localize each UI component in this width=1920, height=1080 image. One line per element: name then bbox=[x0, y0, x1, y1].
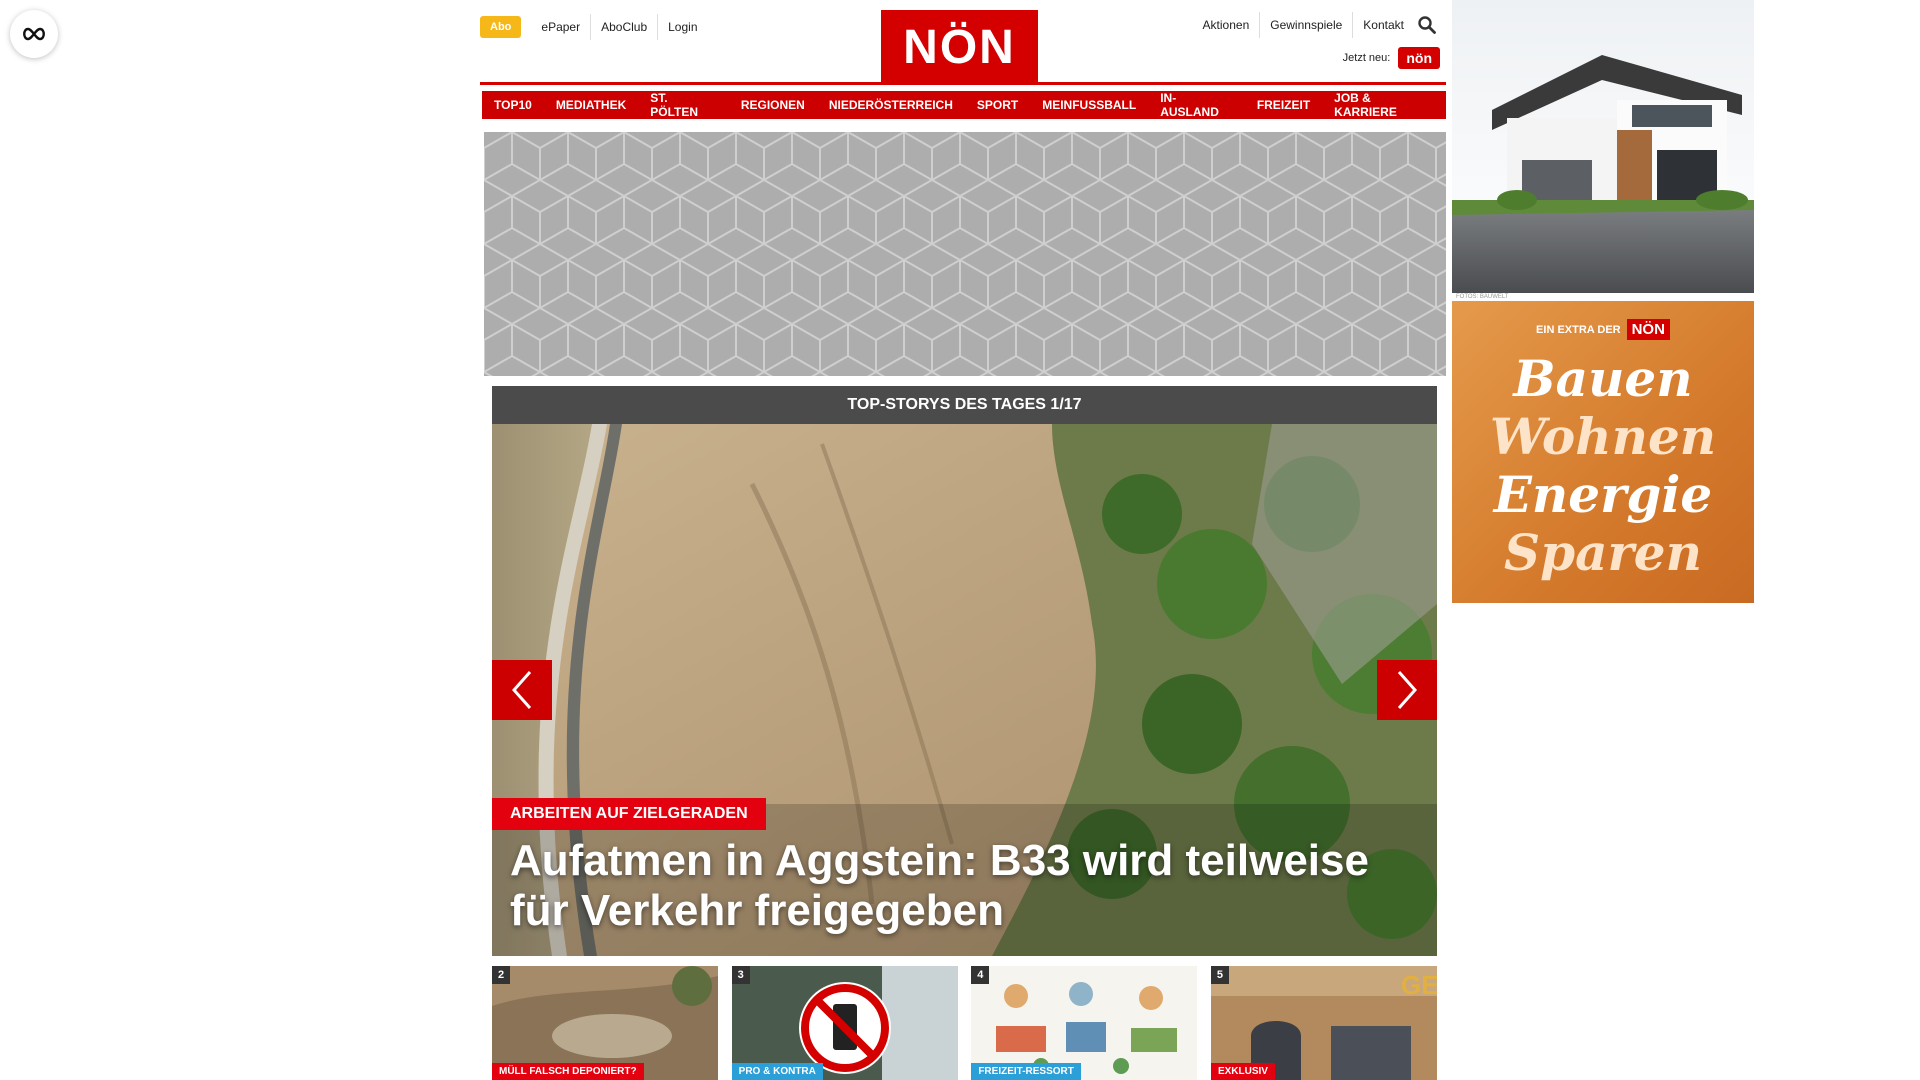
nav-mediathek[interactable]: MEDIATHEK bbox=[543, 91, 639, 119]
story-headline[interactable]: Aufatmen in Aggstein: B33 wird teilweise… bbox=[510, 836, 1410, 936]
ad-placeholder-banner[interactable] bbox=[484, 132, 1446, 376]
story-thumb-4[interactable]: 4 FREIZEIT-RESSORT bbox=[971, 966, 1198, 1080]
ad-word-wohnen: Wohnen bbox=[1489, 407, 1717, 466]
thumb-label: EXKLUSIV bbox=[1210, 1063, 1275, 1080]
login-link[interactable]: Login bbox=[657, 14, 707, 40]
nav-in-ausland[interactable]: IN-AUSLAND bbox=[1148, 91, 1245, 119]
nav-job-karriere[interactable]: JOB & KARRIERE bbox=[1322, 91, 1446, 119]
story-thumbnails: 2 MÜLL FALSCH DEPONIERT? 3 PRO & KONTRA … bbox=[492, 966, 1437, 1080]
thumb-number: 4 bbox=[971, 966, 990, 984]
top-right-nav: Aktionen Gewinnspiele Kontakt bbox=[1193, 12, 1440, 38]
chevron-right-icon bbox=[1397, 671, 1418, 709]
ad-word-bauen: Bauen bbox=[1513, 349, 1693, 408]
chevron-left-icon bbox=[511, 671, 532, 709]
thumb-label: FREIZEIT-RESSORT bbox=[971, 1063, 1081, 1080]
search-button[interactable] bbox=[1414, 12, 1440, 38]
story-thumb-3[interactable]: 3 PRO & KONTRA bbox=[731, 966, 958, 1080]
jetzt-neu-label: Jetzt neu: bbox=[1342, 52, 1391, 64]
main-navigation: TOP10 MEDIATHEK ST. PÖLTEN REGIONEN NIED… bbox=[482, 91, 1446, 119]
site-logo[interactable]: NÖN bbox=[881, 10, 1038, 84]
gewinnspiele-link[interactable]: Gewinnspiele bbox=[1260, 12, 1354, 38]
bauen-wohnen-advertisement[interactable]: EIN EXTRA DER NÖN Bauen Wohnen Energie S… bbox=[1452, 301, 1754, 603]
search-icon bbox=[1418, 16, 1436, 34]
nav-top10[interactable]: TOP10 bbox=[482, 91, 544, 119]
nav-sport[interactable]: SPORT bbox=[964, 91, 1031, 119]
thumb-number: 3 bbox=[731, 966, 750, 984]
house-photo bbox=[1452, 0, 1754, 293]
story-kicker[interactable]: ARBEITEN AUF ZIELGERADEN bbox=[492, 798, 766, 830]
carousel-title: TOP-STORYS DES TAGES 1/17 bbox=[492, 386, 1437, 424]
kontakt-link[interactable]: Kontakt bbox=[1353, 12, 1414, 38]
thumb-number: 2 bbox=[492, 966, 510, 984]
thumb-label: MÜLL FALSCH DEPONIERT? bbox=[492, 1063, 644, 1080]
carousel-prev-button[interactable] bbox=[492, 660, 552, 720]
infinity-icon bbox=[23, 27, 45, 41]
story-thumb-2[interactable]: 2 MÜLL FALSCH DEPONIERT? bbox=[492, 966, 718, 1080]
top-stories-carousel: TOP-STORYS DES TAGES 1/17 ARBEITEN AUF Z… bbox=[492, 386, 1437, 956]
aboclub-link[interactable]: AboClub bbox=[590, 14, 657, 40]
nav-regionen[interactable]: REGIONEN bbox=[728, 91, 817, 119]
nav-freizeit[interactable]: FREIZEIT bbox=[1244, 91, 1323, 119]
thumb-number: 5 bbox=[1210, 966, 1229, 984]
svg-text:GE: GE bbox=[1401, 970, 1437, 1000]
story-thumb-5[interactable]: GE 5 EXKLUSIV bbox=[1210, 966, 1437, 1080]
epaper-link[interactable]: ePaper bbox=[531, 14, 590, 40]
carousel-next-button[interactable] bbox=[1377, 660, 1437, 720]
hexagon-pattern bbox=[484, 132, 1446, 376]
nav-meinfussball[interactable]: MEINFUSSBALL bbox=[1030, 91, 1149, 119]
ad-photo-caption: FOTOS: BAUWELT bbox=[1456, 294, 1509, 300]
jetzt-neu-badge[interactable]: nön bbox=[1398, 47, 1440, 69]
thumb-label: PRO & KONTRA bbox=[731, 1063, 823, 1080]
accessibility-toggle-button[interactable] bbox=[10, 10, 58, 58]
top-left-nav: Abo ePaper AboClub Login bbox=[480, 14, 708, 40]
extra-label: EIN EXTRA DER bbox=[1536, 323, 1621, 336]
jetzt-neu-promo: Jetzt neu: nön bbox=[1343, 47, 1440, 69]
ad-word-sparen: Sparen bbox=[1504, 523, 1702, 582]
extra-header: EIN EXTRA DER NÖN bbox=[1452, 319, 1754, 340]
abo-button[interactable]: Abo bbox=[480, 16, 522, 38]
header-divider bbox=[480, 82, 1446, 85]
aktionen-link[interactable]: Aktionen bbox=[1193, 12, 1261, 38]
ad-word-energie: Energie bbox=[1493, 465, 1713, 524]
nav-st-poelten[interactable]: ST. PÖLTEN bbox=[638, 91, 729, 119]
house-advertisement[interactable] bbox=[1452, 0, 1754, 293]
site-header: Abo ePaper AboClub Login NÖN Aktionen Ge… bbox=[480, 0, 1440, 84]
extra-brand-logo: NÖN bbox=[1626, 319, 1670, 340]
nav-niederoesterreich[interactable]: NIEDERÖSTERREICH bbox=[816, 91, 965, 119]
